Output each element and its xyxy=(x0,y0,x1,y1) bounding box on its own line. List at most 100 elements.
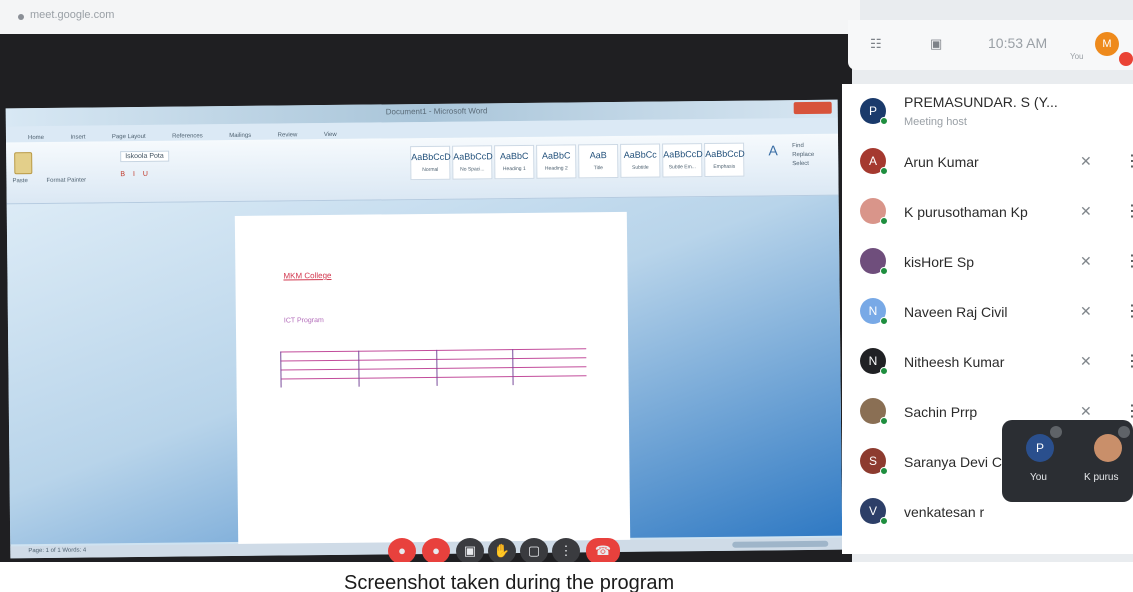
self-avatar[interactable]: M xyxy=(1095,32,1119,56)
chat-icon[interactable]: ▣ xyxy=(930,36,942,52)
tile-avatar: P xyxy=(1026,434,1054,462)
avatar-initial: A xyxy=(868,154,877,168)
style-sample: AaBbC xyxy=(499,150,529,162)
online-dot xyxy=(880,367,888,375)
mic-muted-icon: ✕ xyxy=(1080,153,1092,169)
url-text[interactable]: meet.google.com xyxy=(30,9,114,21)
tab-review[interactable]: Review xyxy=(278,132,298,138)
avatar-initial: P xyxy=(868,104,877,118)
table-row-line xyxy=(280,375,587,380)
leave-call-icon[interactable]: ☎ xyxy=(586,538,620,564)
tab-home[interactable]: Home xyxy=(28,135,44,141)
style-subtitle[interactable]: AaBbCc Subtitle xyxy=(620,143,661,178)
more-options-icon[interactable]: ⋮ xyxy=(1124,301,1133,321)
present-icon[interactable]: ▢ xyxy=(520,538,548,564)
participant-row[interactable]: N Nitheesh Kumar ✕ ⋮ xyxy=(842,338,1133,388)
find-button[interactable]: Find xyxy=(792,142,814,151)
mic-muted-icon: ✕ xyxy=(1080,303,1092,319)
tile-label: You xyxy=(1030,472,1047,483)
style-name: No Spaci... xyxy=(460,166,485,173)
window-controls[interactable] xyxy=(793,101,832,115)
more-options-icon[interactable]: ⋮ xyxy=(1124,401,1133,421)
tab-insert[interactable]: Insert xyxy=(70,135,85,141)
replace-button[interactable]: Replace xyxy=(792,151,814,160)
more-options-icon[interactable]: ⋮ xyxy=(1124,251,1133,271)
caption-text: Screenshot taken during the program xyxy=(344,572,675,592)
tab-view[interactable]: View xyxy=(324,132,337,138)
tab-mailings[interactable]: Mailings xyxy=(229,133,251,139)
more-options-icon[interactable]: ⋮ xyxy=(1124,151,1133,171)
online-dot xyxy=(880,517,888,525)
avatar-initial: N xyxy=(868,354,878,368)
call-controls: ● ● ▣ ✋ ▢ ⋮ ☎ xyxy=(388,538,658,564)
style-title[interactable]: AaB Title xyxy=(578,143,619,179)
table-col-line xyxy=(436,349,438,386)
self-label: You xyxy=(1070,52,1084,61)
document-table[interactable] xyxy=(280,348,587,388)
format-painter-label[interactable]: Format Painter xyxy=(46,178,86,184)
caption-strip: Screenshot taken during the program xyxy=(0,562,1133,592)
tab-page-layout[interactable]: Page Layout xyxy=(112,134,146,140)
self-view-tiles[interactable]: P You K purus xyxy=(1002,420,1133,502)
avatar: A xyxy=(860,148,888,175)
online-dot xyxy=(880,417,888,425)
participant-row[interactable]: K purusothaman Kp ✕ ⋮ xyxy=(842,188,1133,238)
tab-references[interactable]: References xyxy=(172,133,203,139)
participant-row[interactable]: N Naveen Raj Civil ✕ ⋮ xyxy=(842,288,1133,338)
document-page[interactable]: MKM College ICT Program xyxy=(234,211,631,546)
participant-name: PREMASUNDAR. S (Y... xyxy=(904,94,1058,110)
recording-icon xyxy=(1119,52,1133,66)
style-sample: AaB xyxy=(589,150,607,161)
avatar xyxy=(860,398,888,425)
paste-label[interactable]: Paste xyxy=(12,178,27,184)
mic-muted-icon: ✕ xyxy=(1080,253,1092,269)
more-icon[interactable]: ⋮ xyxy=(552,538,580,564)
avatar-initial: N xyxy=(868,304,878,318)
participant-name: Naveen Raj Civil xyxy=(904,304,1008,320)
paste-icon[interactable] xyxy=(14,152,33,175)
table-col-line xyxy=(512,349,514,386)
participant-row[interactable]: kisHorE Sp ✕ ⋮ xyxy=(842,238,1133,288)
online-dot xyxy=(880,117,888,125)
avatar: N xyxy=(860,298,888,325)
mic-off-icon[interactable]: ● xyxy=(388,538,416,564)
zoom-slider[interactable] xyxy=(732,540,829,548)
participant-name: Nitheesh Kumar xyxy=(904,354,1005,370)
cam-off-icon[interactable]: ● xyxy=(422,538,450,564)
style-normal[interactable]: AaBbCcD Normal xyxy=(410,145,451,181)
tile-label: K purus xyxy=(1084,472,1119,483)
online-dot xyxy=(880,467,888,475)
mic-muted-icon: ✕ xyxy=(1080,403,1092,419)
style-sample: AaBbCcD xyxy=(705,148,745,160)
captions-icon[interactable]: ▣ xyxy=(456,538,484,564)
more-options-icon[interactable]: ⋮ xyxy=(1124,351,1133,371)
style-sample: AaBbC xyxy=(541,150,571,161)
participant-row[interactable]: A Arun Kumar ✕ ⋮ xyxy=(842,138,1133,188)
table-row-line xyxy=(280,357,587,362)
people-icon[interactable]: ☷ xyxy=(870,36,882,52)
font-select[interactable]: Iskoola Pota xyxy=(120,150,169,163)
participant-name: Saranya Devi C xyxy=(904,454,1003,470)
style-no-spacing[interactable]: AaBbCcD No Spaci... xyxy=(452,145,493,180)
participant-role: Meeting host xyxy=(904,116,967,128)
select-button[interactable]: Select xyxy=(792,160,814,169)
style-name: Title xyxy=(593,165,603,172)
style-emphasis[interactable]: AaBbCcD Emphasis xyxy=(704,142,745,178)
table-col-line xyxy=(358,350,360,387)
participant-name: Sachin Prrp xyxy=(904,404,978,420)
online-dot xyxy=(880,167,888,175)
participant-name: Arun Kumar xyxy=(904,154,979,170)
style-subtle-emphasis[interactable]: AaBbCcD Subtle Em... xyxy=(662,143,703,178)
style-heading-2[interactable]: AaBbC Heading 2 xyxy=(536,144,577,179)
format-buttons[interactable]: B I U xyxy=(120,171,151,178)
style-name: Subtle Em... xyxy=(668,164,696,171)
raise-hand-icon[interactable]: ✋ xyxy=(488,538,516,564)
style-heading-1[interactable]: AaBbC Heading 1 xyxy=(494,144,535,180)
avatar xyxy=(860,198,888,225)
participant-row[interactable]: P PREMASUNDAR. S (Y... Meeting host xyxy=(842,88,1133,138)
style-name: Emphasis xyxy=(713,163,736,170)
change-styles-icon[interactable]: A xyxy=(762,142,784,170)
more-options-icon[interactable]: ⋮ xyxy=(1124,201,1133,221)
table-row-line xyxy=(280,366,587,371)
secure-icon xyxy=(18,14,24,20)
